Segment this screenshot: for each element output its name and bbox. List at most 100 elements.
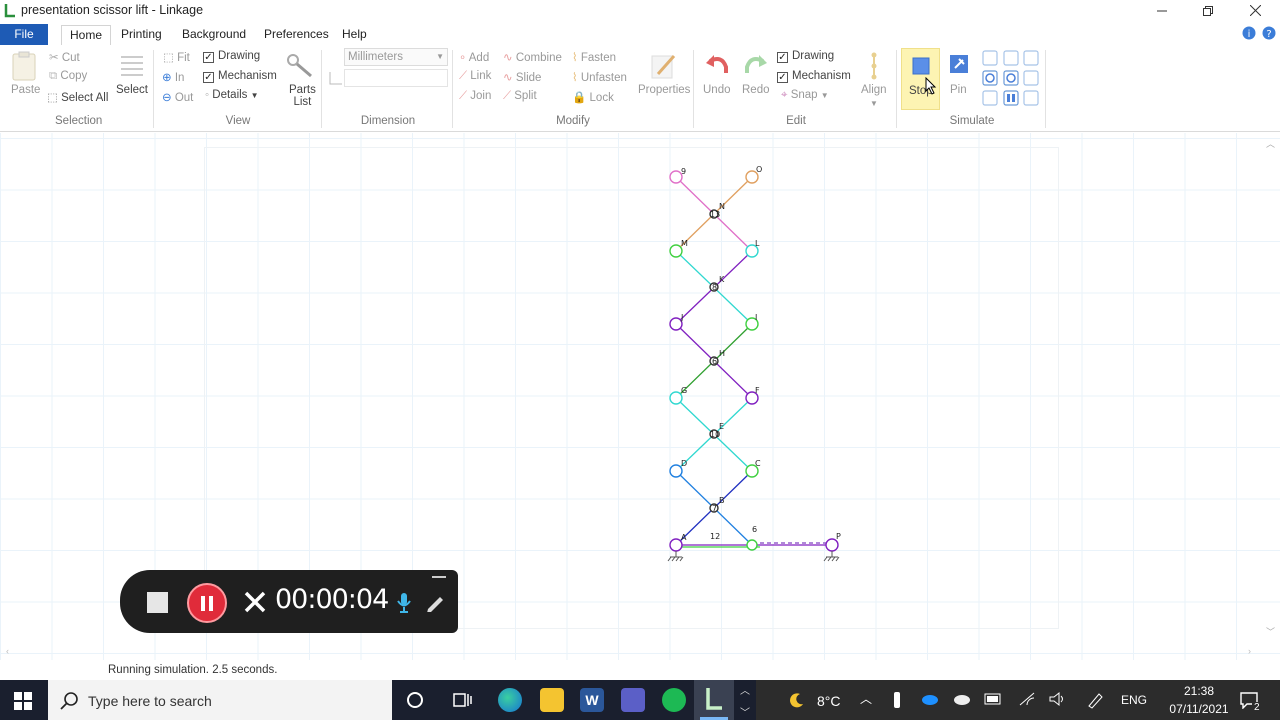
- svg-text:i: i: [1248, 29, 1251, 40]
- paste-button[interactable]: Paste: [11, 84, 40, 96]
- pin-button[interactable]: Pin: [950, 84, 967, 96]
- details-label: Details: [212, 89, 248, 101]
- copy-label: Copy: [60, 70, 88, 82]
- minimize-button[interactable]: [1139, 0, 1185, 22]
- copy-button[interactable]: ⧉ Copy: [49, 70, 87, 83]
- usb-icon: [894, 692, 900, 708]
- edge-browser-icon[interactable]: [498, 688, 522, 712]
- fit-button[interactable]: ⬚ Fit: [163, 50, 190, 64]
- chevron-up-icon[interactable]: ︿: [740, 682, 750, 697]
- tab-printing[interactable]: Printing: [113, 25, 170, 45]
- file-explorer-icon[interactable]: [540, 688, 564, 712]
- connector-label: 9: [681, 167, 687, 176]
- combine-button[interactable]: ∿ Combine: [503, 50, 562, 64]
- scroll-up-icon[interactable]: ︿: [1266, 137, 1275, 150]
- add-button[interactable]: ∘ Add: [459, 50, 489, 64]
- link-icon: ⟋: [459, 70, 468, 82]
- scroll-right-icon[interactable]: ›: [1248, 646, 1251, 656]
- pin-icon: [950, 55, 968, 73]
- check-icon: ✓: [203, 72, 214, 83]
- group-label-edit: Edit: [786, 115, 806, 127]
- status-text: Running simulation. 2.5 seconds.: [108, 664, 278, 676]
- tab-preferences[interactable]: Preferences: [256, 25, 337, 45]
- language-indicator[interactable]: ENG: [1121, 693, 1147, 707]
- split-button[interactable]: ⟋ Split: [503, 90, 537, 103]
- scroll-down-icon[interactable]: ﹀: [1266, 625, 1275, 638]
- chevron-down-icon[interactable]: ﹀: [740, 704, 750, 719]
- pen-icon[interactable]: [425, 592, 445, 612]
- stop-button[interactable]: Stop: [901, 48, 940, 110]
- chevron-up-icon[interactable]: ︿: [860, 690, 872, 707]
- help-icon[interactable]: ?: [1262, 26, 1276, 40]
- dimension-input[interactable]: [344, 69, 448, 87]
- cut-button[interactable]: ✂ Cut: [49, 50, 80, 64]
- view-mechanism-checkbox[interactable]: ✓ Mechanism: [203, 70, 277, 83]
- edit-mechanism-checkbox[interactable]: ✓ Mechanism: [777, 70, 851, 83]
- align-icon: [871, 52, 877, 80]
- view-drawing-checkbox[interactable]: ✓ Drawing: [203, 50, 260, 63]
- zoom-in-button[interactable]: ⊕ In: [162, 70, 184, 84]
- info-icon[interactable]: i: [1242, 26, 1256, 40]
- taskbar-search-box[interactable]: Type here to search: [48, 680, 392, 720]
- windows-start-icon[interactable]: [14, 692, 32, 710]
- select-icon: [121, 56, 143, 76]
- link-label: 13: [710, 210, 721, 219]
- restore-button[interactable]: [1185, 0, 1231, 22]
- connector-label: M: [681, 239, 688, 248]
- minimize-recorder-icon[interactable]: [432, 576, 446, 578]
- close-button[interactable]: [1232, 0, 1278, 22]
- connector-label: F: [755, 386, 760, 395]
- cortana-icon[interactable]: [406, 691, 424, 709]
- edit-drawing-checkbox[interactable]: ✓ Drawing: [777, 50, 834, 63]
- word-icon[interactable]: W: [580, 688, 604, 712]
- record-pause-button[interactable]: [187, 583, 227, 623]
- link-label: 7: [712, 504, 718, 513]
- details-dropdown[interactable]: ◦ Details ▼: [205, 89, 259, 101]
- scroll-left-icon[interactable]: ‹: [6, 646, 9, 656]
- cancel-recording-icon[interactable]: [244, 591, 266, 613]
- group-label-dimension: Dimension: [360, 115, 416, 127]
- connector-label: B: [719, 496, 725, 505]
- ribbon-separator: [896, 50, 897, 128]
- view-drawing-label: Drawing: [218, 50, 261, 62]
- tab-home[interactable]: Home: [61, 25, 112, 47]
- teams-icon[interactable]: [621, 688, 645, 712]
- join-label: Join: [470, 90, 492, 102]
- redo-button[interactable]: Redo: [742, 84, 770, 96]
- properties-icon: [651, 55, 676, 79]
- snap-dropdown[interactable]: ⌖ Snap ▼: [781, 89, 829, 102]
- join-icon: ⟋: [459, 90, 468, 102]
- units-select[interactable]: Millimeters ▼: [344, 48, 448, 66]
- link-button[interactable]: ⟋ Link: [459, 70, 491, 83]
- unfasten-button[interactable]: ⌇ Unfasten: [572, 70, 627, 84]
- ribbon-separator: [321, 50, 322, 128]
- weather-temperature[interactable]: 8°C: [817, 693, 841, 709]
- zoom-out-button[interactable]: ⊖ Out: [162, 90, 193, 104]
- windows-taskbar: Type here to search W ︿ ﹀ 8°C ︿ ENG 21:3…: [0, 680, 1280, 720]
- screen-recorder-toolbar: 00:00:04: [120, 570, 458, 633]
- record-stop-button[interactable]: [147, 592, 168, 613]
- select-button[interactable]: Select: [116, 84, 148, 96]
- properties-button[interactable]: Properties: [638, 84, 690, 96]
- align-button[interactable]: Align: [861, 84, 887, 96]
- linkage-taskbar-button[interactable]: [694, 680, 734, 720]
- slide-button[interactable]: ∿ Slide: [503, 70, 541, 84]
- undo-button[interactable]: Undo: [703, 84, 731, 96]
- lock-button[interactable]: 🔒 Lock: [572, 90, 614, 104]
- ribbon-separator: [452, 50, 453, 128]
- clock-time[interactable]: 21:38: [1173, 684, 1225, 698]
- tab-file[interactable]: File: [0, 24, 48, 45]
- status-bar: Running simulation. 2.5 seconds. ‹ ›: [0, 646, 1280, 680]
- group-label-selection: Selection: [55, 115, 103, 127]
- tab-background[interactable]: Background: [174, 25, 254, 45]
- clock-date[interactable]: 07/11/2021: [1156, 702, 1242, 716]
- select-all-button[interactable]: ⬚ Select All: [47, 90, 108, 104]
- task-view-icon[interactable]: [453, 691, 473, 709]
- fasten-button[interactable]: ⌇ Fasten: [572, 50, 616, 64]
- tab-help[interactable]: Help: [334, 25, 375, 45]
- connector-label: A: [681, 533, 687, 542]
- parts-list-button[interactable]: Parts List: [289, 84, 316, 108]
- microphone-icon[interactable]: [396, 592, 412, 614]
- join-button[interactable]: ⟋ Join: [459, 90, 491, 103]
- spotify-icon[interactable]: [662, 688, 686, 712]
